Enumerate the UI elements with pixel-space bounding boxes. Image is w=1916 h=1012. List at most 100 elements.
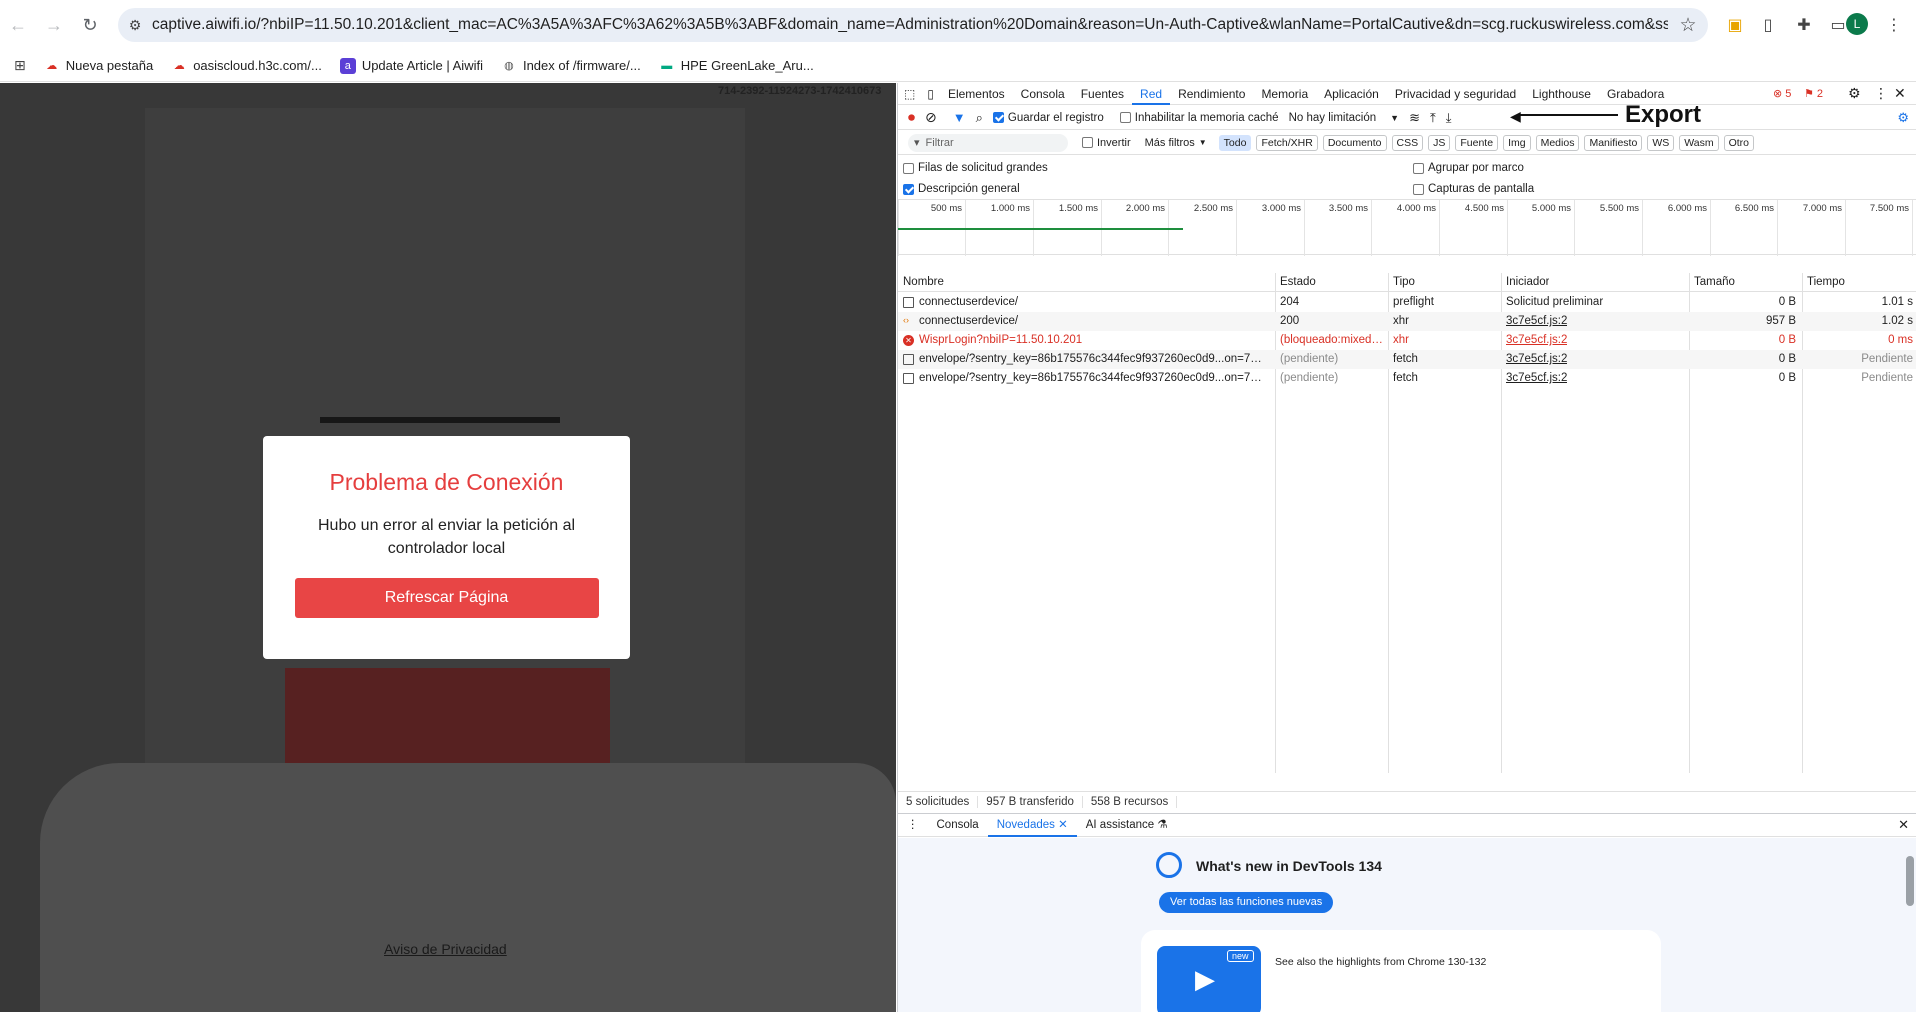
filter-chip-fetch-xhr[interactable]: Fetch/XHR: [1256, 134, 1318, 151]
column-header-type[interactable]: Tipo: [1393, 273, 1415, 292]
highlights-card[interactable]: ▶ new See also the highlights from Chrom…: [1141, 930, 1661, 1012]
table-row[interactable]: ‹› connectuserdevice/ 200 xhr 3c7e5cf.js…: [898, 312, 1916, 331]
extension-icon[interactable]: ▯: [1756, 13, 1780, 37]
table-row[interactable]: envelope/?sentry_key=86b175576c344fec9f9…: [898, 369, 1916, 388]
filter-chip-js[interactable]: JS: [1428, 134, 1451, 151]
drawer-tab-whats-new[interactable]: Novedades ✕: [987, 814, 1077, 837]
bookmark-item[interactable]: ◍ Index of /firmware/...: [501, 58, 641, 74]
column-header-size[interactable]: Tamaño: [1694, 273, 1735, 292]
filter-chip-other[interactable]: Otro: [1723, 134, 1755, 151]
whats-new-heading: What's new in DevTools 134: [1196, 858, 1382, 874]
disable-cache-checkbox[interactable]: Inhabilitar la memoria caché: [1119, 112, 1279, 124]
invert-checkbox[interactable]: Invertir: [1082, 137, 1131, 149]
refresh-page-button[interactable]: Refrescar Página: [294, 578, 599, 618]
drawer-menu-icon[interactable]: ⋮: [898, 814, 928, 837]
filter-chip-media[interactable]: Medios: [1535, 134, 1580, 151]
drawer-tab-ai-assistance[interactable]: AI assistance ⚗: [1077, 814, 1177, 837]
column-header-initiator[interactable]: Iniciador: [1506, 273, 1549, 292]
scrollbar[interactable]: [1906, 856, 1914, 906]
overview-checkbox[interactable]: Descripción general: [903, 183, 1020, 195]
drawer-tab-console[interactable]: Consola: [928, 814, 988, 837]
group-by-frame-checkbox[interactable]: Agrupar por marco: [1413, 162, 1524, 174]
close-icon[interactable]: ✕: [1058, 819, 1068, 831]
clear-icon[interactable]: ⊘: [925, 109, 937, 126]
bookmark-star-icon[interactable]: ☆: [1668, 14, 1708, 37]
filter-chip-font[interactable]: Fuente: [1455, 134, 1499, 151]
export-har-icon[interactable]: ⤓: [1446, 110, 1452, 126]
filter-chip-manifest[interactable]: Manifiesto: [1584, 134, 1643, 151]
table-row[interactable]: ✕ WisprLogin?nbiIP=11.50.10.201 (bloquea…: [898, 331, 1916, 350]
forward-icon[interactable]: →: [36, 7, 72, 43]
filter-chip-css[interactable]: CSS: [1391, 134, 1424, 151]
throttling-select[interactable]: No hay limitación ▼: [1289, 112, 1400, 124]
checkbox-checked[interactable]: [992, 112, 1004, 123]
tab-lighthouse[interactable]: Lighthouse: [1524, 83, 1599, 105]
tab-performance[interactable]: Rendimiento: [1170, 83, 1253, 105]
error-count-badge[interactable]: ⊗ 5: [1773, 87, 1791, 100]
network-conditions-icon[interactable]: ≋: [1409, 110, 1420, 126]
menu-icon[interactable]: ⋮: [1882, 13, 1906, 37]
filter-chip-ws[interactable]: WS: [1647, 134, 1675, 151]
annotation-arrow: [1518, 114, 1618, 116]
record-stop-icon[interactable]: ⏺: [908, 109, 915, 126]
bookmark-item[interactable]: a Update Article | Aiwifi: [339, 57, 483, 74]
close-icon[interactable]: ✕: [1894, 85, 1906, 102]
settings-gear-icon[interactable]: ⚙: [1848, 85, 1861, 102]
filter-chip-img[interactable]: Img: [1503, 134, 1531, 151]
funnel-icon: ▾: [914, 137, 920, 149]
checkbox[interactable]: [1413, 183, 1424, 195]
kebab-menu-icon[interactable]: ⋮: [1874, 85, 1888, 102]
checkbox-checked[interactable]: [903, 183, 914, 195]
site-info-icon[interactable]: ⚙: [118, 17, 152, 34]
back-icon[interactable]: ←: [0, 7, 36, 43]
issue-count-badge[interactable]: ⚑ 2: [1804, 87, 1823, 100]
checkbox[interactable]: [1119, 112, 1131, 123]
tab-network[interactable]: Red: [1132, 83, 1171, 105]
table-row[interactable]: connectuserdevice/ 204 preflight Solicit…: [898, 293, 1916, 312]
column-header-name[interactable]: Nombre: [903, 273, 944, 292]
large-rows-checkbox[interactable]: Filas de solicitud grandes: [903, 162, 1048, 174]
checkbox[interactable]: [1082, 137, 1093, 148]
tab-application[interactable]: Aplicación: [1316, 83, 1387, 105]
filter-chip-all[interactable]: Todo: [1218, 134, 1252, 151]
device-toolbar-icon[interactable]: ▯: [921, 83, 940, 105]
more-filters-dropdown[interactable]: Más filtros ▼: [1145, 137, 1207, 149]
bookmark-item[interactable]: ▬ HPE GreenLake_Aru...: [659, 58, 813, 74]
table-row[interactable]: envelope/?sentry_key=86b175576c344fec9f9…: [898, 350, 1916, 369]
tab-memory[interactable]: Memoria: [1253, 83, 1316, 105]
tab-sources[interactable]: Fuentes: [1073, 83, 1132, 105]
column-header-status[interactable]: Estado: [1280, 273, 1316, 292]
checkbox[interactable]: [1413, 162, 1424, 174]
url-text[interactable]: captive.aiwifi.io/?nbiIP=11.50.10.201&cl…: [152, 16, 1668, 34]
profile-avatar[interactable]: L: [1846, 13, 1868, 35]
network-overview-timeline[interactable]: 500 ms 1.000 ms 1.500 ms 2.000 ms 2.500 …: [898, 199, 1916, 256]
tab-console[interactable]: Consola: [1013, 83, 1073, 105]
error-icon: ✕: [903, 335, 914, 346]
tab-elements[interactable]: Elementos: [940, 83, 1013, 105]
puzzle-icon[interactable]: ✚: [1792, 13, 1816, 37]
inspect-icon[interactable]: ⬚: [898, 83, 921, 105]
extension-icon[interactable]: ▣: [1723, 13, 1747, 37]
privacy-link[interactable]: Aviso de Privacidad: [384, 941, 507, 957]
filter-chip-wasm[interactable]: Wasm: [1679, 134, 1719, 151]
see-all-features-button[interactable]: Ver todas las funciones nuevas: [1159, 892, 1334, 913]
filter-input[interactable]: ▾ Filtrar: [908, 133, 1068, 152]
preserve-log-checkbox[interactable]: Guardar el registro: [992, 112, 1104, 124]
column-header-time[interactable]: Tiempo: [1807, 273, 1845, 292]
screenshots-checkbox[interactable]: Capturas de pantalla: [1413, 183, 1534, 195]
apps-icon[interactable]: ⊞: [14, 57, 26, 74]
network-settings-icon[interactable]: ⚙: [1897, 110, 1909, 126]
address-bar[interactable]: ⚙ captive.aiwifi.io/?nbiIP=11.50.10.201&…: [118, 8, 1708, 42]
search-icon[interactable]: ⌕: [976, 110, 983, 126]
reload-icon[interactable]: ↻: [72, 7, 108, 43]
tab-privacy[interactable]: Privacidad y seguridad: [1387, 83, 1524, 105]
filter-icon[interactable]: ▼: [953, 110, 966, 125]
bookmark-item[interactable]: ☁ oasiscloud.h3c.com/...: [171, 58, 322, 74]
bookmark-item[interactable]: ☁ Nueva pestaña: [44, 58, 153, 74]
close-drawer-icon[interactable]: ✕: [1898, 817, 1909, 833]
import-har-icon[interactable]: ⤒: [1430, 110, 1436, 126]
filter-chip-doc[interactable]: Documento: [1322, 134, 1387, 151]
checkbox[interactable]: [903, 162, 914, 174]
aiwifi-icon: a: [339, 57, 356, 74]
modal-title: Problema de Conexión: [329, 469, 564, 495]
